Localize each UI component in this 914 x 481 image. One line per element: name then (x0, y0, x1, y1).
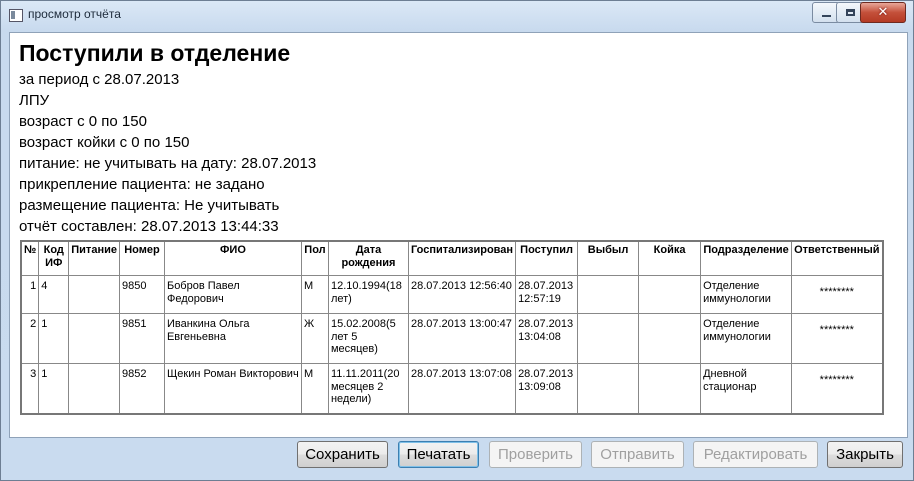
button-bar: Сохранить Печатать Проверить Отправить Р… (1, 441, 913, 473)
table-row: 3 1 9852 Щекин Роман Викторович М 11.11.… (20, 363, 884, 415)
cell-no: 2 (20, 313, 40, 364)
col-header-responsible: Ответственный (791, 240, 884, 276)
cell-no: 1 (20, 275, 40, 314)
cell-responsible: ******** (791, 363, 884, 415)
cell-code: 1 (38, 363, 70, 415)
report-age: возраст с 0 по 150 (19, 113, 147, 130)
cell-fio: Бобров Павел Федорович (163, 275, 302, 314)
table-row: 1 4 9850 Бобров Павел Федорович М 12.10.… (20, 275, 884, 314)
cell-left (577, 275, 640, 314)
cell-arrived: 28.07.2013 13:09:08 (515, 363, 579, 415)
maximize-icon (845, 9, 855, 16)
send-button[interactable]: Отправить (591, 441, 684, 468)
report-placement: размещение пациента: Не учитывать (19, 197, 280, 214)
col-header-sex: Пол (300, 240, 329, 276)
report-header: Поступили в отделение за период с 28.07.… (19, 38, 907, 237)
cell-code: 4 (38, 275, 70, 314)
col-header-food: Питание (68, 240, 120, 276)
print-button[interactable]: Печатать (398, 441, 479, 468)
cell-number: 9851 (118, 313, 165, 364)
cell-birth: 11.11.2011(20 месяцев 2 недели) (327, 363, 409, 415)
cell-department: Отделение иммунологии (700, 313, 793, 364)
report-viewer-window: просмотр отчёта ✕ Поступили в отделение … (0, 0, 914, 481)
cell-fio: Щекин Роман Викторович (163, 363, 302, 415)
cell-fio: Иванкина Ольга Евгеньевна (163, 313, 302, 364)
cell-department: Дневной стационар (700, 363, 793, 415)
report-view[interactable]: Поступили в отделение за период с 28.07.… (9, 32, 908, 438)
edit-button[interactable]: Редактировать (693, 441, 818, 468)
cell-hospitalized: 28.07.2013 12:56:40 (407, 275, 517, 314)
cell-bed (638, 313, 702, 364)
report-food: питание: не учитывать на дату: 28.07.201… (19, 155, 317, 172)
report-bed-age: возраст койки с 0 по 150 (19, 134, 190, 151)
window-icon (9, 9, 23, 22)
report-title: Поступили в отделение (19, 40, 291, 66)
cell-left (577, 363, 640, 415)
cell-number: 9850 (118, 275, 165, 314)
close-window-button[interactable]: ✕ (860, 2, 906, 23)
cell-responsible: ******** (791, 275, 884, 314)
title-bar[interactable]: просмотр отчёта ✕ (1, 1, 913, 31)
admissions-table: № Код ИФ Питание Номер ФИО Пол Дата рожд… (20, 240, 884, 415)
cell-sex: М (300, 363, 329, 415)
save-button[interactable]: Сохранить (297, 441, 388, 468)
col-header-department: Подразделение (700, 240, 793, 276)
col-header-hospitalized: Госпитализирован (407, 240, 517, 276)
col-header-number: Номер (118, 240, 165, 276)
table-row: 2 1 9851 Иванкина Ольга Евгеньевна Ж 15.… (20, 313, 884, 364)
cell-arrived: 28.07.2013 12:57:19 (515, 275, 579, 314)
cell-sex: М (300, 275, 329, 314)
cell-arrived: 28.07.2013 13:04:08 (515, 313, 579, 364)
col-header-bed: Койка (638, 240, 702, 276)
cell-responsible: ******** (791, 313, 884, 364)
cell-bed (638, 363, 702, 415)
col-header-code: Код ИФ (38, 240, 70, 276)
table-header-row: № Код ИФ Питание Номер ФИО Пол Дата рожд… (20, 240, 884, 276)
col-header-no: № (20, 240, 40, 276)
report-period: за период с 28.07.2013 (19, 71, 180, 88)
cell-left (577, 313, 640, 364)
cell-no: 3 (20, 363, 40, 415)
col-header-birth: Дата рождения (327, 240, 409, 276)
cell-food (68, 275, 120, 314)
col-header-left: Выбыл (577, 240, 640, 276)
report-lpu: ЛПУ (19, 92, 50, 109)
report-attachment: прикрепление пациента: не задано (19, 176, 265, 193)
cell-birth: 15.02.2008(5 лет 5 месяцев) (327, 313, 409, 364)
cell-sex: Ж (300, 313, 329, 364)
cell-food (68, 363, 120, 415)
cell-food (68, 313, 120, 364)
check-button[interactable]: Проверить (489, 441, 582, 468)
window-title: просмотр отчёта (28, 7, 121, 21)
close-button[interactable]: Закрыть (827, 441, 903, 468)
cell-number: 9852 (118, 363, 165, 415)
cell-hospitalized: 28.07.2013 13:07:08 (407, 363, 517, 415)
col-header-fio: ФИО (163, 240, 302, 276)
cell-hospitalized: 28.07.2013 13:00:47 (407, 313, 517, 364)
cell-birth: 12.10.1994(18 лет) (327, 275, 409, 314)
minimize-icon (821, 14, 831, 17)
close-icon: ✕ (877, 5, 889, 20)
cell-department: Отделение иммунологии (700, 275, 793, 314)
col-header-arrived: Поступил (515, 240, 579, 276)
report-created: отчёт составлен: 28.07.2013 13:44:33 (19, 218, 279, 235)
cell-code: 1 (38, 313, 70, 364)
cell-bed (638, 275, 702, 314)
